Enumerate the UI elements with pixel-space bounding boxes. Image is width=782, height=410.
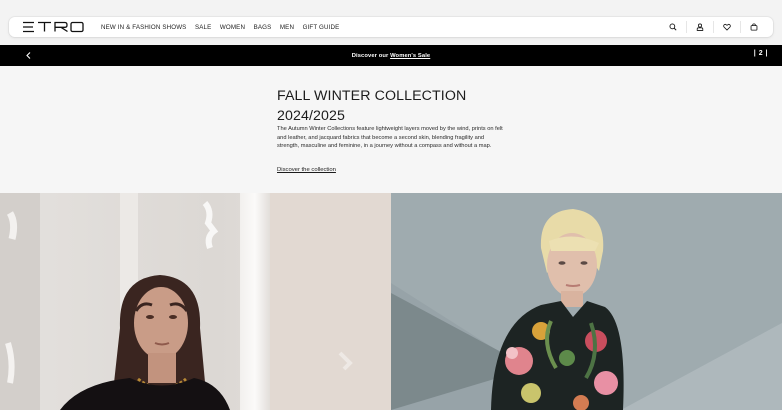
- header-actions: [659, 17, 767, 37]
- promo-banner: Discover our Women's Sale | 2 |: [0, 45, 782, 66]
- womens-sale-link[interactable]: Women's Sale: [390, 53, 430, 59]
- header-area: NEW IN & FASHION SHOWS SALE WOMEN BAGS M…: [0, 0, 782, 45]
- chevron-left-icon[interactable]: [24, 50, 34, 61]
- collection-intro: FALL WINTER COLLECTION 2024/2025 The Aut…: [0, 66, 782, 193]
- etro-logo[interactable]: [21, 21, 85, 33]
- collection-title: FALL WINTER COLLECTION 2024/2025: [277, 86, 537, 126]
- collection-title-line1: FALL WINTER COLLECTION: [277, 88, 467, 104]
- search-icon[interactable]: [659, 21, 686, 33]
- nav-new-in-fashion-shows[interactable]: NEW IN & FASHION SHOWS: [101, 24, 186, 31]
- promo-text: Discover our Women's Sale: [352, 53, 431, 59]
- nav-men[interactable]: MEN: [280, 24, 294, 31]
- promo-prefix: Discover our: [351, 52, 391, 59]
- promo-slide-counter[interactable]: | 2 |: [754, 50, 768, 57]
- collection-description: The Autumn Winter Collections feature li…: [277, 126, 503, 150]
- shopping-bag-icon[interactable]: [740, 21, 767, 33]
- campaign-image-man[interactable]: [391, 193, 782, 410]
- account-icon[interactable]: [686, 21, 713, 33]
- main-nav: NEW IN & FASHION SHOWS SALE WOMEN BAGS M…: [101, 17, 339, 37]
- nav-sale[interactable]: SALE: [195, 24, 211, 31]
- discover-collection-link[interactable]: Discover the collection: [277, 167, 336, 173]
- nav-women[interactable]: WOMEN: [220, 24, 245, 31]
- collection-title-line2: 2024/2025: [277, 108, 345, 124]
- nav-bags[interactable]: BAGS: [254, 24, 272, 31]
- nav-gift-guide[interactable]: GIFT GUIDE: [303, 24, 340, 31]
- wishlist-heart-icon[interactable]: [713, 21, 740, 33]
- navbar: NEW IN & FASHION SHOWS SALE WOMEN BAGS M…: [9, 17, 773, 37]
- campaign-image-woman[interactable]: [0, 193, 391, 410]
